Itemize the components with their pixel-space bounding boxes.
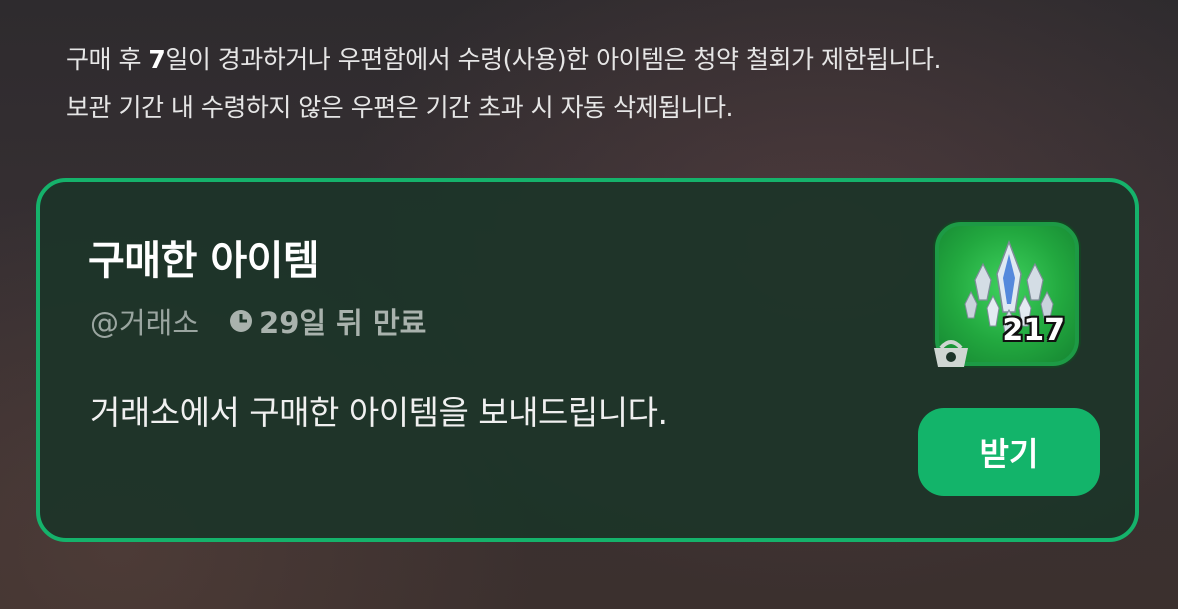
mail-meta: @거래소 29일 뒤 만료 xyxy=(90,300,426,342)
notice-line-1-prefix: 구매 후 xyxy=(66,45,149,74)
mail-title: 구매한 아이템 xyxy=(88,238,320,284)
notice-line-1: 구매 후 7일이 경과하거나 우편함에서 수령(사용)한 아이템은 청약 철회가… xyxy=(66,36,1146,84)
item-slot[interactable]: 217 xyxy=(934,222,1079,367)
basket-icon xyxy=(934,340,968,367)
item-count: 217 xyxy=(1002,313,1065,348)
mail-expiry: 29일 뒤 만료 xyxy=(229,300,426,342)
purchase-notice: 구매 후 7일이 경과하거나 우편함에서 수령(사용)한 아이템은 청약 철회가… xyxy=(66,36,1146,132)
mail-message: 거래소에서 구매한 아이템을 보내드립니다. xyxy=(90,393,668,432)
mail-expiry-text: 29일 뒤 만료 xyxy=(259,306,427,340)
mail-card: 구매한 아이템 @거래소 29일 뒤 만료 거래소에서 구매한 아이템을 보내드… xyxy=(36,178,1139,542)
notice-line-1-suffix: 일이 경과하거나 우편함에서 수령(사용)한 아이템은 청약 철회가 제한됩니다… xyxy=(165,45,941,74)
notice-days-highlight: 7 xyxy=(148,45,166,74)
receive-button[interactable]: 받기 xyxy=(918,408,1100,496)
mail-sender: @거래소 xyxy=(90,306,200,340)
notice-line-2: 보관 기간 내 수령하지 않은 우편은 기간 초과 시 자동 삭제됩니다. xyxy=(66,93,733,122)
clock-icon xyxy=(230,310,253,332)
